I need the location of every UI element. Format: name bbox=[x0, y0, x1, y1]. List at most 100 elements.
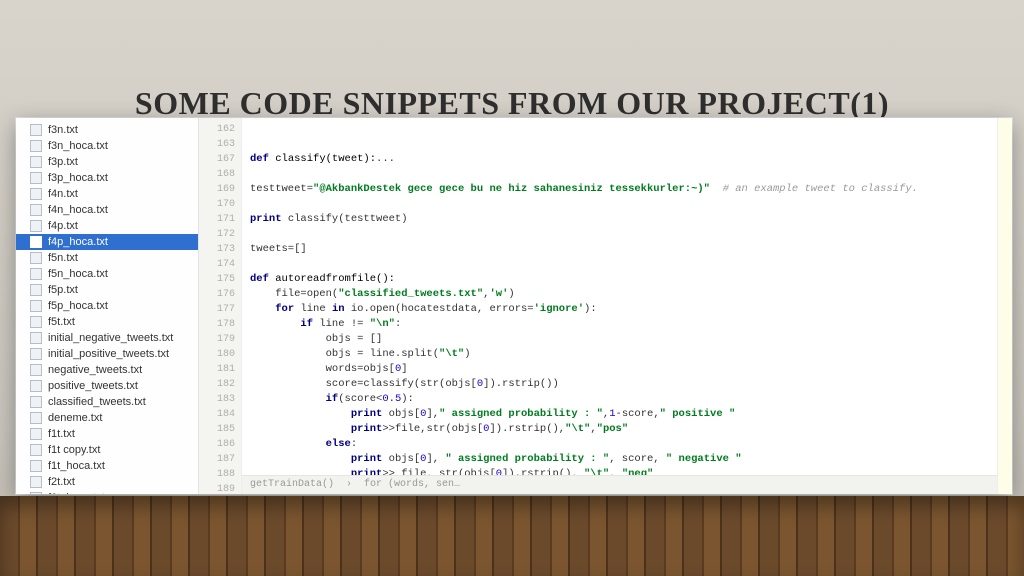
code-line[interactable]: objs = line.split("\t") bbox=[250, 347, 991, 362]
file-label: f4n_hoca.txt bbox=[48, 204, 108, 216]
file-label: f4p_hoca.txt bbox=[48, 236, 108, 248]
file-icon bbox=[30, 236, 42, 248]
file-tree-item[interactable]: f2t.txt bbox=[16, 474, 198, 490]
code-line[interactable]: testtweet="@AkbankDestek gece gece bu ne… bbox=[250, 182, 991, 197]
slide: SOME CODE SNIPPETS FROM OUR PROJECT(1) f… bbox=[0, 0, 1024, 576]
file-tree-item[interactable]: positive_tweets.txt bbox=[16, 378, 198, 394]
code-line[interactable]: print>>file,str(objs[0]).rstrip(),"\t","… bbox=[250, 422, 991, 437]
file-label: f5p.txt bbox=[48, 284, 78, 296]
file-label: positive_tweets.txt bbox=[48, 380, 138, 392]
file-label: f5t.txt bbox=[48, 316, 75, 328]
code-line[interactable]: if(score<0.5): bbox=[250, 392, 991, 407]
file-tree-item[interactable]: deneme.txt bbox=[16, 410, 198, 426]
file-tree-item[interactable]: f3p_hoca.txt bbox=[16, 170, 198, 186]
code-line[interactable]: def autoreadfromfile(): bbox=[250, 272, 991, 287]
file-tree-item[interactable]: f5p_hoca.txt bbox=[16, 298, 198, 314]
file-label: f3p_hoca.txt bbox=[48, 172, 108, 184]
file-label: f1t_hoca.txt bbox=[48, 460, 105, 472]
code-line[interactable] bbox=[250, 167, 991, 182]
code-line[interactable]: words=objs[0] bbox=[250, 362, 991, 377]
file-label: classified_tweets.txt bbox=[48, 396, 146, 408]
ide-window: f3n.txt f3n_hoca.txt f3p.txt f3p_hoca.txt f4… bbox=[16, 118, 1012, 494]
file-icon bbox=[30, 204, 42, 216]
file-tree-item[interactable]: f5p.txt bbox=[16, 282, 198, 298]
file-tree-item[interactable]: classified_tweets.txt bbox=[16, 394, 198, 410]
code-line[interactable]: objs = [] bbox=[250, 332, 991, 347]
file-label: f4p.txt bbox=[48, 220, 78, 232]
file-icon bbox=[30, 492, 42, 494]
file-icon bbox=[30, 332, 42, 344]
code-line[interactable]: file=open("classified_tweets.txt",'w') bbox=[250, 287, 991, 302]
code-line[interactable]: for line in io.open(hocatestdata, errors… bbox=[250, 302, 991, 317]
file-tree-sidebar: f3n.txt f3n_hoca.txt f3p.txt f3p_hoca.txt f4… bbox=[16, 118, 199, 494]
file-tree-item[interactable]: f5n_hoca.txt bbox=[16, 266, 198, 282]
file-tree-item[interactable]: f4p.txt bbox=[16, 218, 198, 234]
file-label: negative_tweets.txt bbox=[48, 364, 142, 376]
file-icon bbox=[30, 220, 42, 232]
code-line[interactable]: tweets=[] bbox=[250, 242, 991, 257]
file-icon bbox=[30, 396, 42, 408]
line-number-gutter: 1621631671681691701711721731741751761771… bbox=[199, 118, 242, 494]
file-label: f1t.txt bbox=[48, 428, 75, 440]
file-label: f5n.txt bbox=[48, 252, 78, 264]
file-icon bbox=[30, 444, 42, 456]
file-tree-item[interactable]: f3p.txt bbox=[16, 154, 198, 170]
code-line[interactable]: if line != "\n": bbox=[250, 317, 991, 332]
minimap[interactable] bbox=[997, 118, 1012, 494]
file-tree-item[interactable]: f1t copy.txt bbox=[16, 442, 198, 458]
file-tree-item[interactable]: initial_positive_tweets.txt bbox=[16, 346, 198, 362]
file-icon bbox=[30, 188, 42, 200]
file-tree-item[interactable]: f1t.txt bbox=[16, 426, 198, 442]
file-tree-item[interactable]: negative_tweets.txt bbox=[16, 362, 198, 378]
file-icon bbox=[30, 316, 42, 328]
file-icon bbox=[30, 252, 42, 264]
file-tree-item[interactable]: initial_negative_tweets.txt bbox=[16, 330, 198, 346]
file-icon bbox=[30, 140, 42, 152]
file-label: f2t_hoca.txt bbox=[48, 492, 105, 494]
file-icon bbox=[30, 428, 42, 440]
code-line[interactable]: print classify(testtweet) bbox=[250, 212, 991, 227]
file-label: initial_positive_tweets.txt bbox=[48, 348, 169, 360]
code-line[interactable]: def classify(tweet):... bbox=[250, 152, 991, 167]
file-label: f5p_hoca.txt bbox=[48, 300, 108, 312]
file-tree-item[interactable]: f3n_hoca.txt bbox=[16, 138, 198, 154]
file-label: f2t.txt bbox=[48, 476, 75, 488]
file-icon bbox=[30, 412, 42, 424]
file-icon bbox=[30, 268, 42, 280]
code-line[interactable] bbox=[250, 197, 991, 212]
floor-decoration bbox=[0, 496, 1024, 576]
file-label: deneme.txt bbox=[48, 412, 102, 424]
file-icon bbox=[30, 300, 42, 312]
file-label: f3n_hoca.txt bbox=[48, 140, 108, 152]
file-tree-item[interactable]: f5n.txt bbox=[16, 250, 198, 266]
file-icon bbox=[30, 172, 42, 184]
code-editor[interactable]: def classify(tweet):... testtweet="@Akba… bbox=[242, 118, 997, 494]
code-line[interactable] bbox=[250, 257, 991, 272]
file-label: f3p.txt bbox=[48, 156, 78, 168]
breadcrumb[interactable]: getTrainData() › for (words, sen… bbox=[242, 475, 997, 494]
code-line[interactable]: else: bbox=[250, 437, 991, 452]
file-icon bbox=[30, 460, 42, 472]
file-icon bbox=[30, 124, 42, 136]
file-label: f3n.txt bbox=[48, 124, 78, 136]
file-tree-item[interactable]: f4n.txt bbox=[16, 186, 198, 202]
file-label: f4n.txt bbox=[48, 188, 78, 200]
file-icon bbox=[30, 380, 42, 392]
file-label: f5n_hoca.txt bbox=[48, 268, 108, 280]
code-line[interactable] bbox=[250, 227, 991, 242]
file-tree-item[interactable]: f1t_hoca.txt bbox=[16, 458, 198, 474]
code-line[interactable]: print objs[0], " assigned probability : … bbox=[250, 452, 991, 467]
file-tree-item[interactable]: f4n_hoca.txt bbox=[16, 202, 198, 218]
file-tree-item[interactable]: f2t_hoca.txt bbox=[16, 490, 198, 494]
file-icon bbox=[30, 284, 42, 296]
file-tree-item[interactable]: f3n.txt bbox=[16, 122, 198, 138]
file-label: initial_negative_tweets.txt bbox=[48, 332, 173, 344]
file-tree-item[interactable]: f5t.txt bbox=[16, 314, 198, 330]
code-line[interactable]: score=classify(str(objs[0]).rstrip()) bbox=[250, 377, 991, 392]
code-line[interactable]: print objs[0]," assigned probability : "… bbox=[250, 407, 991, 422]
slide-title: SOME CODE SNIPPETS FROM OUR PROJECT(1) bbox=[0, 85, 1024, 122]
file-icon bbox=[30, 364, 42, 376]
file-icon bbox=[30, 348, 42, 360]
file-label: f1t copy.txt bbox=[48, 444, 100, 456]
file-tree-item[interactable]: f4p_hoca.txt bbox=[16, 234, 198, 250]
